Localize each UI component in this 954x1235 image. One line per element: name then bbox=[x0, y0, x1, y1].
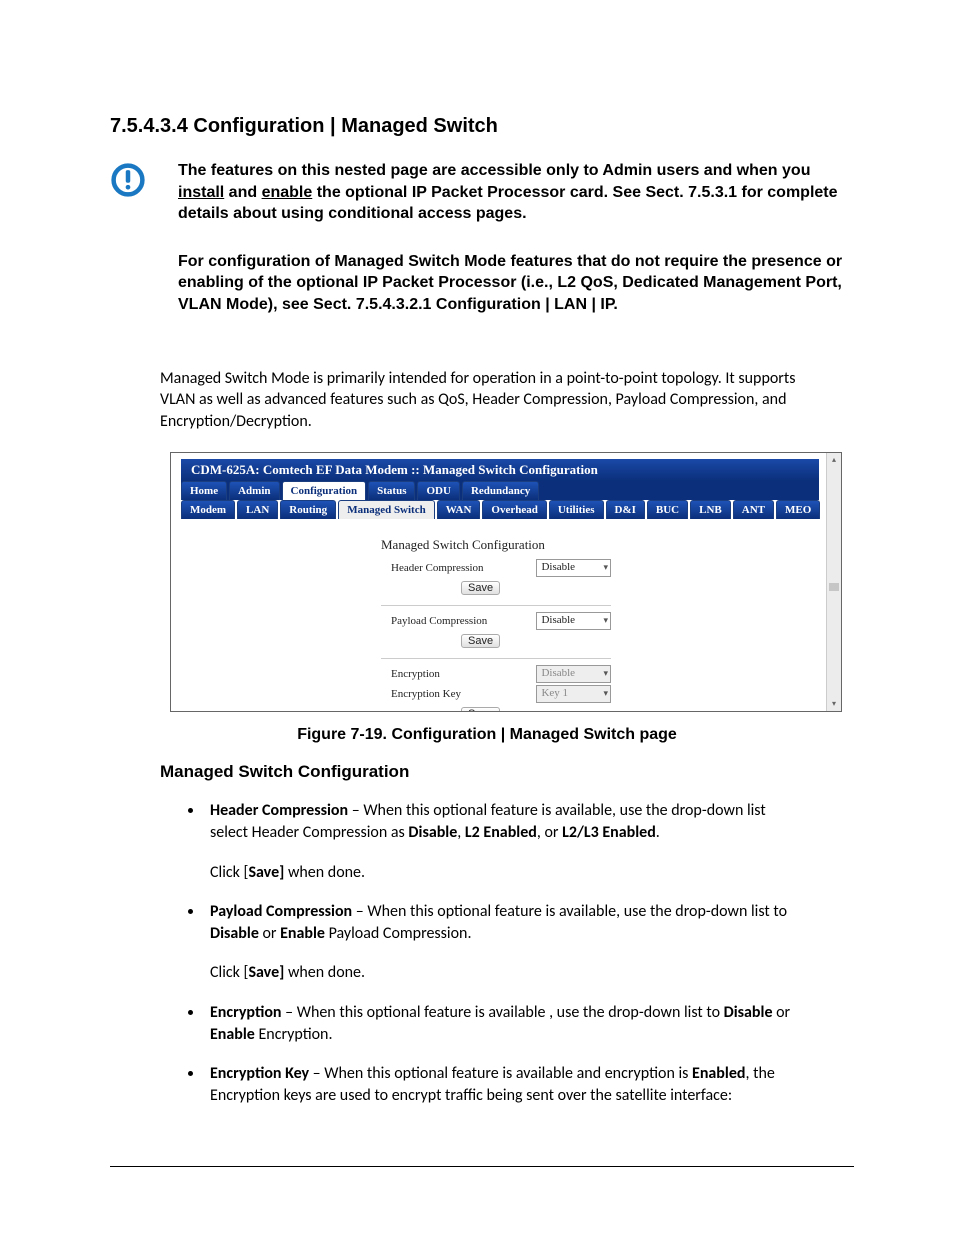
form-title: Managed Switch Configuration bbox=[381, 537, 809, 553]
tab-buc[interactable]: BUC bbox=[647, 500, 688, 519]
tab-wan[interactable]: WAN bbox=[437, 500, 481, 519]
txt: Disable bbox=[408, 823, 457, 842]
txt: Save] bbox=[248, 963, 284, 982]
tab-row-secondary: Modem LAN Routing Managed Switch WAN Ove… bbox=[181, 500, 819, 519]
txt: – When this optional feature is availabl… bbox=[352, 902, 787, 921]
txt: Encryption. bbox=[255, 1025, 333, 1044]
txt: Click [ bbox=[210, 963, 248, 982]
txt: install bbox=[178, 184, 224, 201]
tab-redundancy[interactable]: Redundancy bbox=[462, 481, 539, 500]
tab-dni[interactable]: D&I bbox=[606, 500, 645, 519]
tab-lnb[interactable]: LNB bbox=[690, 500, 731, 519]
info-icon bbox=[110, 162, 146, 198]
txt: Enable bbox=[280, 924, 325, 943]
tab-utilities[interactable]: Utilities bbox=[549, 500, 604, 519]
txt: or bbox=[773, 1003, 791, 1022]
save-button[interactable]: Save bbox=[461, 707, 500, 712]
txt: when done. bbox=[284, 863, 365, 882]
tab-configuration[interactable]: Configuration bbox=[282, 481, 367, 500]
list-item: Payload Compression – When this optional… bbox=[204, 901, 794, 984]
txt: – When this optional feature is availabl… bbox=[282, 1003, 724, 1022]
subheading: Managed Switch Configuration bbox=[160, 762, 854, 782]
txt: Enabled bbox=[692, 1064, 745, 1083]
label-payload-compression: Payload Compression bbox=[381, 615, 536, 627]
tab-ant[interactable]: ANT bbox=[733, 500, 774, 519]
txt: . bbox=[656, 823, 660, 842]
intro-paragraph: Managed Switch Mode is primarily intende… bbox=[160, 368, 804, 433]
select-header-compression[interactable]: Disable bbox=[536, 559, 611, 577]
txt: Encryption bbox=[210, 1003, 282, 1022]
label-encryption: Encryption bbox=[381, 668, 536, 680]
section-heading: 7.5.4.3.4 Configuration | Managed Switch bbox=[110, 115, 854, 138]
txt: , or bbox=[537, 823, 562, 842]
save-button[interactable]: Save bbox=[461, 634, 500, 648]
scrollbar-up-icon[interactable]: ▴ bbox=[827, 453, 841, 467]
txt: Encryption Key bbox=[210, 1064, 309, 1083]
window-titlebar: CDM-625A: Comtech EF Data Modem :: Manag… bbox=[181, 459, 819, 481]
txt: Header Compression bbox=[210, 801, 348, 820]
scrollbar-down-icon[interactable]: ▾ bbox=[827, 697, 841, 711]
tab-row-primary: Home Admin Configuration Status ODU Redu… bbox=[181, 481, 819, 500]
scrollbar-thumb[interactable] bbox=[829, 583, 839, 591]
admonition-block: The features on this nested page are acc… bbox=[110, 160, 854, 342]
tab-meo[interactable]: MEO bbox=[776, 500, 820, 519]
txt: Save] bbox=[248, 863, 284, 882]
txt: and bbox=[224, 184, 261, 201]
tab-modem[interactable]: Modem bbox=[181, 500, 235, 519]
txt: L2 Enabled bbox=[465, 823, 537, 842]
txt: Payload Compression bbox=[210, 902, 352, 921]
tab-status[interactable]: Status bbox=[368, 481, 415, 500]
label-encryption-key: Encryption Key bbox=[381, 688, 536, 700]
tab-managed-switch[interactable]: Managed Switch bbox=[338, 500, 435, 519]
list-item: Encryption Key – When this optional feat… bbox=[204, 1063, 794, 1106]
select-encryption-key[interactable]: Key 1 bbox=[536, 685, 611, 703]
tab-home[interactable]: Home bbox=[181, 481, 227, 500]
list-item: Header Compression – When this optional … bbox=[204, 800, 794, 883]
label-header-compression: Header Compression bbox=[381, 562, 536, 574]
txt: L2/L3 Enabled bbox=[562, 823, 656, 842]
txt: when done. bbox=[284, 963, 365, 982]
tab-odu[interactable]: ODU bbox=[417, 481, 459, 500]
tab-overhead[interactable]: Overhead bbox=[482, 500, 546, 519]
txt: or bbox=[259, 924, 280, 943]
txt: For configuration of Managed Switch Mode… bbox=[178, 251, 854, 316]
txt: Payload Compression. bbox=[325, 924, 472, 943]
txt: The features on this nested page are acc… bbox=[178, 162, 810, 179]
tab-routing[interactable]: Routing bbox=[280, 500, 336, 519]
txt: Disable bbox=[210, 924, 259, 943]
tab-admin[interactable]: Admin bbox=[229, 481, 279, 500]
scrollbar[interactable]: ▴ ▾ bbox=[826, 453, 841, 711]
select-payload-compression[interactable]: Disable bbox=[536, 612, 611, 630]
feature-list: Header Compression – When this optional … bbox=[180, 800, 794, 1106]
tab-lan[interactable]: LAN bbox=[237, 500, 278, 519]
select-encryption[interactable]: Disable bbox=[536, 665, 611, 683]
screenshot-figure: ▴ ▾ CDM-625A: Comtech EF Data Modem :: M… bbox=[170, 452, 842, 712]
txt: Click [ bbox=[210, 863, 248, 882]
txt: , bbox=[457, 823, 465, 842]
txt: – When this optional feature is availabl… bbox=[309, 1064, 692, 1083]
footer-divider bbox=[110, 1166, 854, 1168]
txt: Disable bbox=[724, 1003, 773, 1022]
admonition-text: The features on this nested page are acc… bbox=[170, 160, 854, 342]
form-panel: Managed Switch Configuration Header Comp… bbox=[181, 519, 819, 712]
txt: Enable bbox=[210, 1025, 255, 1044]
list-item: Encryption – When this optional feature … bbox=[204, 1002, 794, 1045]
figure-caption: Figure 7-19. Configuration | Managed Swi… bbox=[130, 726, 844, 744]
save-button[interactable]: Save bbox=[461, 581, 500, 595]
txt: enable bbox=[262, 184, 313, 201]
